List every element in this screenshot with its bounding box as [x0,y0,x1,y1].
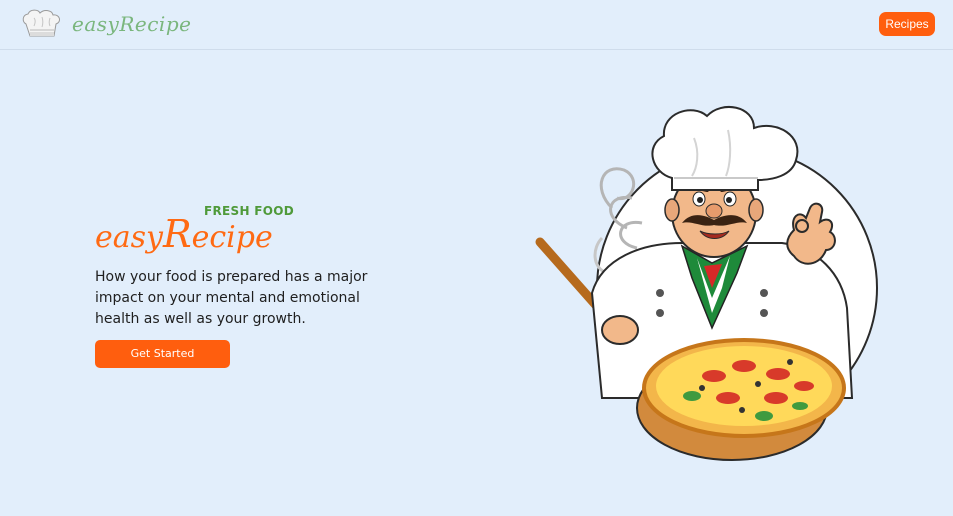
get-started-button[interactable]: Get Started [95,340,230,368]
chef-with-pizza-illustration [535,106,878,461]
brand-link[interactable]: easyRecipe [20,8,191,40]
title-part-2: ecipe [191,220,273,255]
hero-title: FRESH FOOD easyRecipe [95,200,305,262]
chef-hat-icon [22,9,61,37]
navbar: easyRecipe Recipes [0,0,953,50]
title-part-1: easy [95,220,163,255]
hero-brand-title: easyRecipe [95,212,273,256]
recipes-button[interactable]: Recipes [879,12,935,36]
hero-description: How your food is prepared has a major im… [95,269,368,327]
title-capital: R [162,212,192,256]
brand-name: easyRecipe [72,12,192,36]
